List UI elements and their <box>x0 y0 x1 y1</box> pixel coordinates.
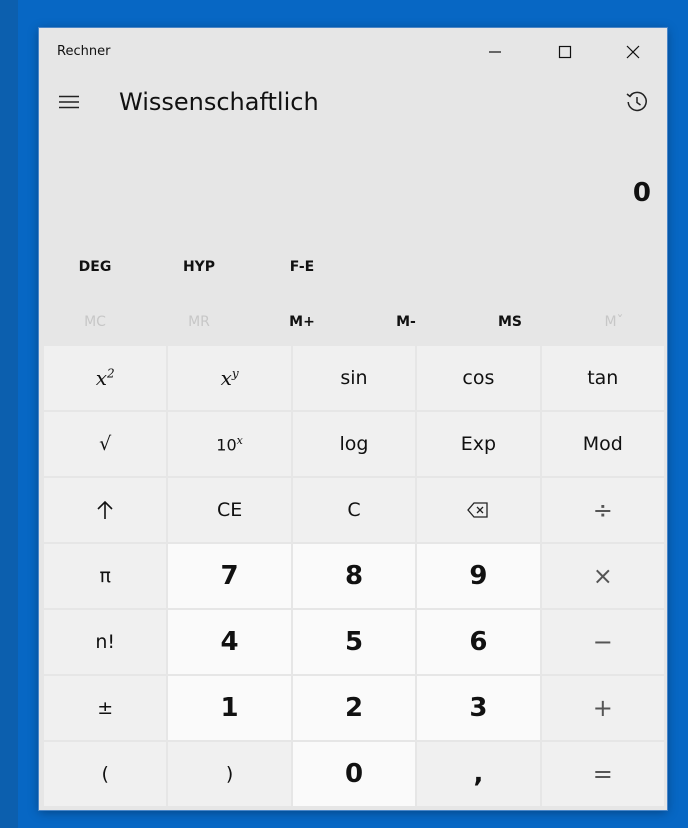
digit-6-button[interactable]: 6 <box>417 610 540 674</box>
history-button[interactable] <box>619 84 655 120</box>
mode-title: Wissenschaftlich <box>119 88 319 116</box>
mode-bar: DEG HYP F-E <box>39 248 667 286</box>
digit-5-button[interactable]: 5 <box>292 610 416 674</box>
mod-button[interactable]: Mod <box>541 412 664 476</box>
navigation-menu-button[interactable] <box>51 84 87 120</box>
hamburger-menu-icon <box>59 95 79 109</box>
subtract-button[interactable]: − <box>541 610 664 674</box>
result-display: 0 <box>632 178 651 208</box>
square-base: x <box>95 366 108 390</box>
divide-button[interactable]: ÷ <box>541 478 664 542</box>
maximize-icon <box>558 45 572 59</box>
minimize-button[interactable] <box>467 28 523 76</box>
app-header: Wissenschaftlich <box>39 76 667 136</box>
digit-3-button[interactable]: 3 <box>417 676 540 740</box>
digit-1-button[interactable]: 1 <box>168 676 291 740</box>
decimal-button[interactable]: , <box>417 742 540 806</box>
negate-button[interactable]: ± <box>44 676 167 740</box>
square-root-button[interactable]: √ <box>44 412 167 476</box>
ten-power-base: 10 <box>216 435 237 455</box>
memory-add-button[interactable]: M+ <box>267 304 337 340</box>
calculator-window: Rechner Wissenschaftlich 0 DEG HYP F-E M… <box>39 28 667 810</box>
minimize-icon <box>489 51 501 53</box>
log-button[interactable]: log <box>292 412 416 476</box>
multiply-button[interactable]: × <box>541 544 664 608</box>
power-label: xy <box>221 366 239 390</box>
pi-button[interactable]: π <box>44 544 167 608</box>
square-button[interactable]: x2 <box>44 346 167 410</box>
square-exponent: 2 <box>107 366 115 381</box>
power-base: x <box>220 366 232 390</box>
maximize-button[interactable] <box>537 28 593 76</box>
memory-subtract-button[interactable]: M- <box>371 304 441 340</box>
memory-clear-button[interactable]: MC <box>60 304 130 340</box>
app-title: Rechner <box>57 44 111 59</box>
digit-7-button[interactable]: 7 <box>168 544 291 608</box>
add-button[interactable]: + <box>541 676 664 740</box>
memory-list-button[interactable]: Mˇ <box>579 304 649 340</box>
memory-recall-button[interactable]: MR <box>164 304 234 340</box>
ten-power-label: 10x <box>216 434 243 454</box>
exp-button[interactable]: Exp <box>417 412 540 476</box>
memory-store-button[interactable]: MS <box>475 304 545 340</box>
digit-4-button[interactable]: 4 <box>168 610 291 674</box>
clear-button[interactable]: C <box>292 478 416 542</box>
hyp-button[interactable]: HYP <box>164 248 234 286</box>
close-icon <box>626 45 640 59</box>
digit-2-button[interactable]: 2 <box>292 676 416 740</box>
backspace-button[interactable] <box>417 478 540 542</box>
digit-9-button[interactable]: 9 <box>417 544 540 608</box>
title-bar[interactable]: Rechner <box>39 28 667 76</box>
close-button[interactable] <box>605 28 661 76</box>
ten-power-exponent: x <box>236 433 243 447</box>
memory-bar: MC MR M+ M- MS Mˇ <box>39 304 667 340</box>
square-label: x2 <box>96 366 115 390</box>
sin-button[interactable]: sin <box>292 346 416 410</box>
clear-entry-button[interactable]: CE <box>168 478 291 542</box>
open-paren-button[interactable]: ( <box>44 742 167 806</box>
desktop-background <box>0 0 18 828</box>
shift-button[interactable] <box>44 478 167 542</box>
power-exponent: y <box>231 366 239 381</box>
keypad: x2 xy sin cos tan √ 10x log Exp Mod CE C… <box>44 346 664 806</box>
fe-button[interactable]: F-E <box>267 248 337 286</box>
digit-8-button[interactable]: 8 <box>292 544 416 608</box>
digit-0-button[interactable]: 0 <box>292 742 416 806</box>
cos-button[interactable]: cos <box>417 346 540 410</box>
deg-button[interactable]: DEG <box>60 248 130 286</box>
equals-button[interactable]: = <box>541 742 664 806</box>
power-button[interactable]: xy <box>168 346 291 410</box>
factorial-button[interactable]: n! <box>44 610 167 674</box>
ten-power-button[interactable]: 10x <box>168 412 291 476</box>
up-arrow-icon <box>97 500 113 519</box>
tan-button[interactable]: tan <box>541 346 664 410</box>
history-icon <box>626 91 647 112</box>
backspace-icon <box>467 502 489 518</box>
close-paren-button[interactable]: ) <box>168 742 291 806</box>
